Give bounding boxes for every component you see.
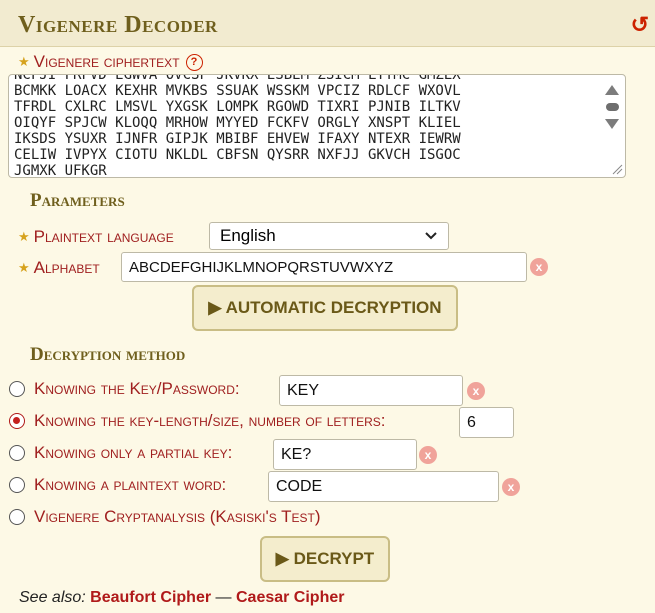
language-select[interactable]: English	[209, 222, 449, 250]
radio-plaintext-word[interactable]	[9, 477, 25, 493]
clear-plaintext-word-icon[interactable]: x	[502, 478, 520, 496]
plaintext-word-input[interactable]: CODE	[268, 471, 499, 502]
plaintext-word-label: Knowing a plaintext word:	[34, 475, 227, 494]
ciphertext-line: BCMKK LOACX KEXHR MVKBS SSUAK WSSKM VPCI…	[14, 83, 461, 99]
radio-key-length[interactable]	[9, 413, 25, 429]
scroll-thumb[interactable]	[605, 103, 619, 111]
language-label-row: ★ Plaintext language	[18, 227, 174, 247]
automatic-decryption-button[interactable]: ▶ AUTOMATIC DECRYPTION	[192, 285, 458, 331]
ciphertext-label: Vigenere ciphertext	[33, 52, 180, 71]
language-selected-value: English	[220, 226, 276, 245]
resize-handle-icon[interactable]	[611, 163, 623, 175]
language-label: Plaintext language	[33, 227, 174, 246]
page-title: Vigenere Decoder	[18, 12, 218, 38]
radio-known-key[interactable]	[9, 381, 25, 397]
radio-partial-key[interactable]	[9, 445, 25, 461]
ciphertext-label-row: ★ Vigenere ciphertext ?	[18, 52, 203, 72]
ciphertext-textarea[interactable]: NCFJI FRFVD EGWVA OVCSF JKVKX ESBEM ZSIC…	[8, 74, 626, 178]
clear-partial-key-icon[interactable]: x	[419, 446, 437, 464]
ciphertext-line: IKSDS YSUXR IJNFR GIPJK MBIBF EHVEW IFAX…	[14, 131, 461, 147]
page-header: Vigenere Decoder ↺	[0, 0, 655, 47]
alphabet-input[interactable]: ABCDEFGHIJKLMNOPQRSTUVWXYZ	[121, 252, 527, 282]
ciphertext-line: CELIW IVPYX CIOTU NKLDL CBFSN QYSRR NXFJ…	[14, 147, 461, 163]
clear-alphabet-icon[interactable]: x	[530, 258, 548, 276]
scroll-up-icon[interactable]	[605, 85, 619, 95]
scroll-down-icon[interactable]	[605, 119, 619, 129]
known-key-label: Knowing the Key/Password:	[34, 379, 240, 398]
textarea-scrollbar[interactable]	[605, 85, 619, 129]
clear-key-icon[interactable]: x	[467, 382, 485, 400]
alphabet-label: Alphabet	[33, 258, 100, 277]
key-length-label: Knowing the key-length/size, number of l…	[34, 411, 386, 430]
see-also-prefix: See also:	[19, 589, 86, 606]
required-star-icon: ★	[18, 54, 30, 69]
reload-icon[interactable]: ↺	[631, 14, 649, 36]
required-star-icon: ★	[18, 260, 30, 275]
kasiski-label: Vigenere Cryptanalysis (Kasiski's Test)	[34, 507, 321, 526]
ciphertext-content: NCFJI FRFVD EGWVA OVCSF JKVKX ESBEM ZSIC…	[14, 74, 461, 178]
caesar-cipher-link[interactable]: Caesar Cipher	[236, 589, 345, 606]
decryption-method-heading: Decryption method	[30, 344, 186, 365]
help-icon[interactable]: ?	[185, 53, 203, 71]
key-length-input[interactable]: 6	[459, 407, 514, 438]
ciphertext-line: OIQYF SPJCW KLOQQ MRHOW MYYED FCKFV ORGL…	[14, 115, 461, 131]
ciphertext-line: JGMXK UFKGR	[14, 163, 107, 178]
parameters-heading: Parameters	[30, 190, 125, 211]
key-input[interactable]: KEY	[279, 375, 463, 406]
ciphertext-line: NCFJI FRFVD EGWVA OVCSF JKVKX ESBEM ZSIC…	[14, 74, 461, 83]
radio-kasiski[interactable]	[9, 509, 25, 525]
required-star-icon: ★	[18, 229, 30, 244]
alphabet-label-row: ★ Alphabet	[18, 258, 100, 278]
see-also-separator: —	[215, 589, 232, 606]
decrypt-button[interactable]: ▶ DECRYPT	[260, 536, 390, 582]
beaufort-cipher-link[interactable]: Beaufort Cipher	[90, 589, 211, 606]
see-also: See also: Beaufort Cipher — Caesar Ciphe…	[19, 589, 344, 607]
chevron-down-icon	[425, 232, 437, 240]
partial-key-label: Knowing only a partial key:	[34, 443, 233, 462]
partial-key-input[interactable]: KE?	[273, 439, 417, 470]
ciphertext-line: TFRDL CXLRC LMSVL YXGSK LOMPK RGOWD TIXR…	[14, 99, 461, 115]
